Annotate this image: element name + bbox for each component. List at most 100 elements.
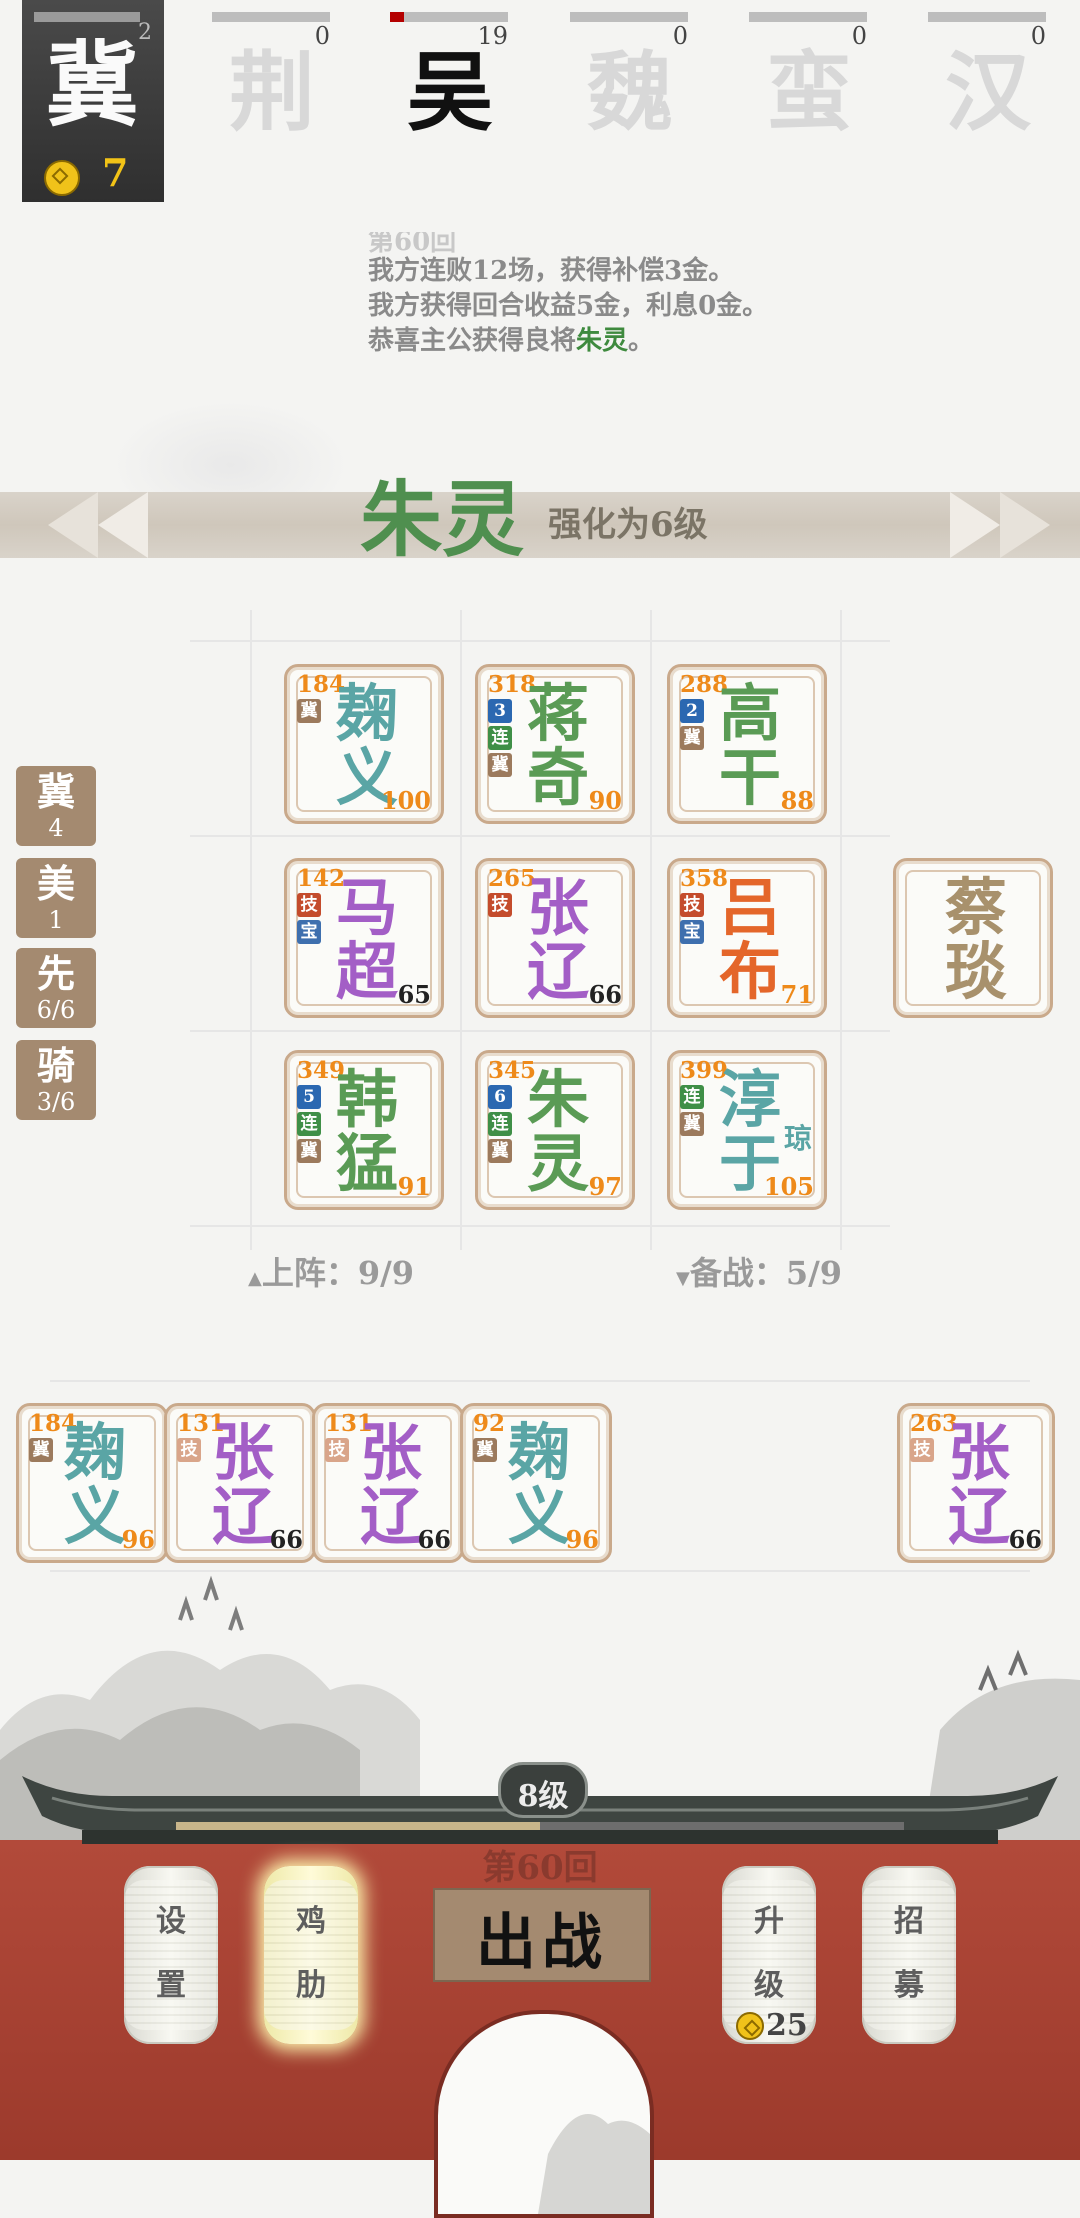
fight-button[interactable]: 出战: [433, 1888, 651, 1982]
chip-title: 冀: [36, 769, 75, 814]
settings-label: 设: [156, 1904, 186, 1939]
faction-name: 蛮: [766, 42, 852, 143]
log-text: 。: [628, 326, 655, 356]
chip-title: 骑: [36, 1043, 75, 1088]
banner-general-name: 朱灵: [360, 472, 525, 568]
card-name-char: 麹: [335, 677, 398, 750]
level-badge: 8级: [498, 1762, 588, 1818]
deployed-count: ▲上阵：9/9: [248, 1248, 414, 1294]
chicken-rib-button[interactable]: 鸡 肋: [264, 1866, 358, 2044]
upgrade-label: 升: [754, 1904, 784, 1939]
recruit-button[interactable]: 招 募: [862, 1866, 956, 2044]
recruit-label: 招: [894, 1904, 924, 1939]
card-attack: 96: [121, 1525, 155, 1554]
faction-progress-bar: [570, 12, 688, 22]
general-card[interactable]: 399 连 冀 淳 于 琼 105: [667, 1050, 827, 1210]
ink-landscape-decoration: [538, 2114, 650, 2214]
bench-card[interactable]: 92 冀 麹 义 96: [460, 1403, 612, 1563]
general-card[interactable]: 184 冀 麹 义 100: [284, 664, 444, 824]
log-line-partial: 第60回: [368, 232, 457, 254]
banner-text: 强化为6级: [548, 505, 708, 545]
general-card[interactable]: 345 6 连 冀 朱 灵 97: [475, 1050, 635, 1210]
general-card[interactable]: 358 技 宝 吕 布 71: [667, 858, 827, 1018]
card-attack: 90: [588, 786, 622, 815]
grid-line: [840, 610, 842, 1250]
chip-title: 先: [36, 951, 75, 996]
bench-card[interactable]: 184 冀 麹 义 96: [16, 1403, 168, 1563]
upgrade-cost: 25: [766, 2008, 808, 2043]
card-attack: 88: [780, 786, 814, 815]
player-gold: 7: [102, 150, 129, 195]
faction-man[interactable]: 0 蛮: [749, 0, 869, 200]
faction-jing[interactable]: 0 荆: [212, 0, 332, 200]
log-general-name: 朱灵: [576, 326, 629, 356]
recruit-label: 募: [894, 1968, 924, 2003]
faction-name: 荆: [229, 42, 315, 143]
grid-line: [190, 1225, 890, 1227]
faction-wu[interactable]: 19 吴: [390, 0, 510, 200]
card-name-char: 张: [526, 871, 589, 944]
card-name-char: 蔡: [944, 871, 1007, 944]
card-name-char: 张: [359, 1416, 422, 1489]
deployed-count-text: 上阵：9/9: [261, 1254, 415, 1292]
bench-card[interactable]: 131 技 张 辽 66: [312, 1403, 464, 1563]
grid-line: [50, 1380, 1030, 1382]
trait-chip-ji[interactable]: 冀 4: [16, 766, 96, 846]
coin-icon: [736, 2012, 764, 2040]
trait-chip-mei[interactable]: 美 1: [16, 858, 96, 938]
card-name-char: 马: [335, 871, 398, 944]
player-faction-name: 冀: [45, 31, 138, 139]
faction-name: 魏: [587, 42, 673, 143]
general-card[interactable]: 288 2 冀 高 干 88: [667, 664, 827, 824]
player-faction-card[interactable]: 2 冀 7: [22, 0, 164, 202]
faction-bar: 2 冀 7 0 荆 19 吴 0 魏 0 蛮 0 汉: [0, 0, 1080, 210]
general-card[interactable]: 349 5 连 冀 韩 猛 91: [284, 1050, 444, 1210]
faction-han[interactable]: 0 汉: [928, 0, 1048, 200]
chip-title: 美: [36, 861, 75, 906]
bench-card[interactable]: 263 技 张 辽 66: [897, 1403, 1055, 1563]
level-progress-bar: [176, 1822, 904, 1830]
faction-name: 吴: [407, 42, 493, 143]
log-line: 我方获得回合收益5金，利息0金。: [368, 291, 769, 321]
chevron-left-icon: [48, 492, 98, 558]
trait-chip-xian[interactable]: 先 6/6: [16, 948, 96, 1028]
card-name-char: 张: [211, 1416, 274, 1489]
card-attack: 66: [417, 1525, 451, 1554]
card-attack: 97: [588, 1172, 622, 1201]
battle-log: 第60回 我方连败12场，获得补偿3金。 我方获得回合收益5金，利息0金。 恭喜…: [368, 232, 968, 359]
faction-name: 汉: [945, 42, 1031, 143]
faction-wei[interactable]: 0 魏: [570, 0, 690, 200]
coin-icon: [44, 160, 80, 196]
trait-chip-qi[interactable]: 骑 3/6: [16, 1040, 96, 1120]
round-label: 第60回: [482, 1848, 598, 1888]
grid-line: [650, 610, 652, 1250]
upgrade-button[interactable]: 升 级 25: [722, 1866, 816, 2044]
chip-value: 6/6: [36, 996, 76, 1024]
settings-button[interactable]: 设 置: [124, 1866, 218, 2044]
chevron-left-icon: [98, 492, 148, 558]
general-card-side[interactable]: 蔡 琰: [893, 858, 1053, 1018]
card-attack: 105: [763, 1172, 814, 1201]
reserve-count: ▼备战：5/9: [676, 1248, 842, 1294]
triangle-up-icon: ▲: [248, 1268, 262, 1289]
grid-line: [460, 610, 462, 1250]
card-name-char: 朱: [526, 1063, 589, 1136]
faction-progress-bar: [928, 12, 1046, 22]
level-progress-fill: [176, 1822, 540, 1830]
bench-card[interactable]: 131 技 张 辽 66: [164, 1403, 316, 1563]
chevron-right-icon: [1000, 492, 1050, 558]
faction-progress-bar: [390, 12, 508, 22]
card-attack: 66: [588, 980, 622, 1009]
card-attack: 66: [1008, 1525, 1042, 1554]
general-card[interactable]: 265 技 张 辽 66: [475, 858, 635, 1018]
general-card[interactable]: 142 技 宝 马 超 65: [284, 858, 444, 1018]
card-attack: 65: [397, 980, 431, 1009]
upgrade-label: 级: [754, 1968, 784, 2003]
general-card[interactable]: 318 3 连 冀 蒋 奇 90: [475, 664, 635, 824]
triangle-down-icon: ▼: [676, 1268, 690, 1289]
settings-label: 置: [156, 1968, 186, 2003]
card-name-char: 麹: [507, 1416, 570, 1489]
card-attack: 91: [397, 1172, 431, 1201]
level-text: 8级: [517, 1779, 569, 1814]
log-text: 恭喜主公获得良将: [368, 326, 577, 356]
